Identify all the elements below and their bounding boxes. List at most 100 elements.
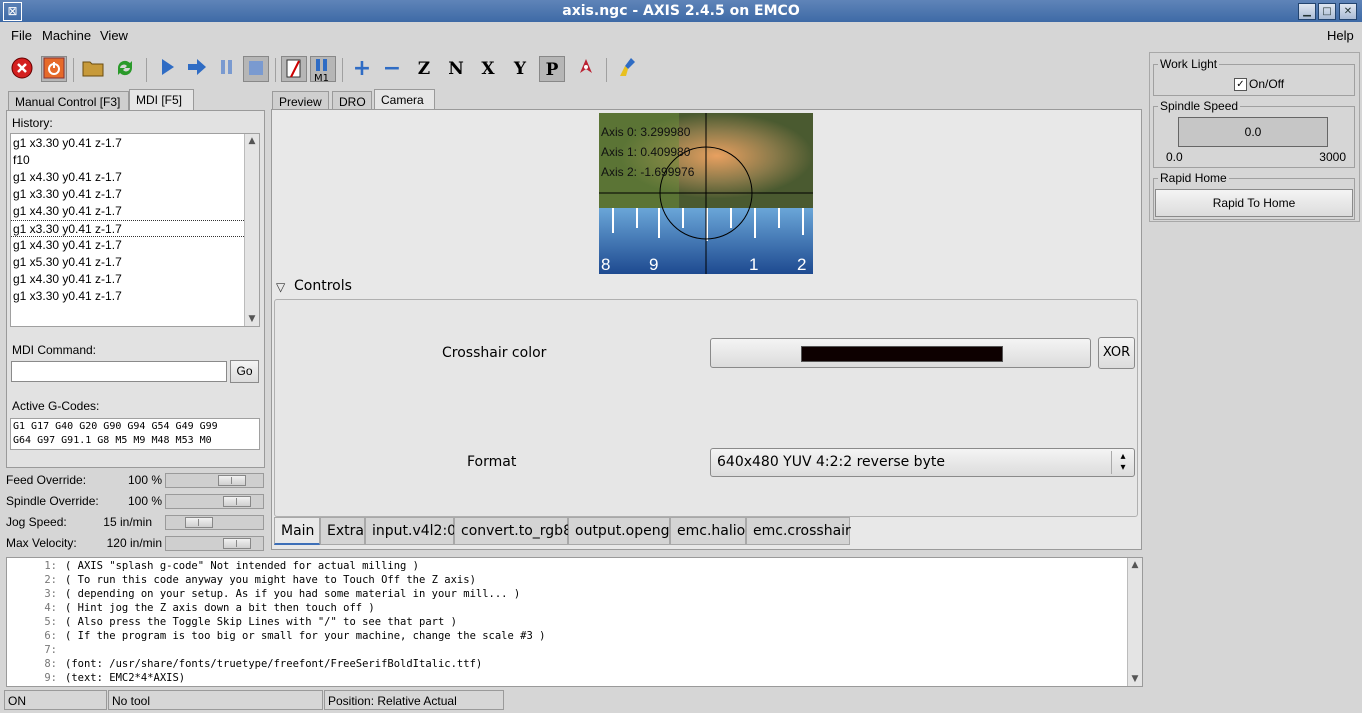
chevron-updown-icon: ▴ ▾: [1111, 451, 1134, 474]
gcode-text-view[interactable]: 1: ( AXIS "splash g-code" Not intended fo…: [6, 557, 1143, 687]
ruler-digit: 8: [601, 255, 611, 274]
spindle-speed-value: 0.0: [1244, 125, 1262, 139]
history-label: History:: [12, 116, 53, 130]
menu-help[interactable]: Help: [1327, 28, 1354, 43]
scroll-down-icon[interactable]: ▼: [1128, 672, 1142, 686]
scroll-up-icon[interactable]: ▲: [245, 134, 259, 148]
rapid-home-group: Rapid Home Rapid To Home: [1153, 171, 1355, 220]
go-button[interactable]: Go: [230, 360, 259, 383]
history-scrollbar[interactable]: ▲ ▼: [244, 134, 259, 326]
view-y-icon[interactable]: Y: [507, 56, 533, 82]
optional-stop-icon[interactable]: M1: [310, 56, 336, 84]
scroll-up-icon[interactable]: ▲: [1128, 558, 1142, 572]
line-text: ( To run this code anyway you might have…: [65, 574, 476, 586]
code-line: 8: (font: /usr/share/fonts/truetype/freef…: [7, 657, 482, 671]
work-light-checkbox[interactable]: ✓: [1234, 78, 1247, 91]
history-list[interactable]: g1 x3.30 y0.41 z-1.7 f10 g1 x4.30 y0.41 …: [10, 133, 260, 327]
slider-thumb[interactable]: [223, 538, 251, 549]
run-icon[interactable]: [154, 56, 180, 82]
slider-thumb[interactable]: [223, 496, 251, 507]
tab-convert-rgb8[interactable]: convert.to_rgb8: [454, 517, 572, 545]
tab-dro[interactable]: DRO: [332, 91, 372, 111]
code-line: 7:: [7, 643, 65, 657]
tab-input-v4l2[interactable]: input.v4l2:0: [365, 517, 456, 545]
line-number: 4:: [44, 602, 57, 614]
block-delete-icon[interactable]: [281, 56, 307, 82]
pause-icon[interactable]: [214, 56, 240, 82]
crosshair-color-button[interactable]: [710, 338, 1091, 368]
menu-machine[interactable]: Machine: [42, 28, 91, 43]
clear-plot-icon[interactable]: [616, 56, 642, 82]
expander-arrow-icon[interactable]: ▽: [276, 280, 285, 294]
code-line: 9: (text: EMC2*4*AXIS): [7, 671, 185, 685]
scroll-down-icon[interactable]: ▼: [245, 312, 259, 326]
format-select-value: 640x480 YUV 4:2:2 reverse byte: [717, 454, 945, 470]
line-text: ( depending on your setup. As if you had…: [65, 588, 521, 600]
gcodes-line-2: G64 G97 G91.1 G8 M5 M9 M48 M53 M0: [13, 435, 212, 446]
controls-expander-label[interactable]: Controls: [294, 278, 352, 294]
line-number: 8:: [44, 658, 57, 670]
list-item[interactable]: g1 x3.30 y0.41 z-1.7: [13, 288, 122, 305]
menu-view[interactable]: View: [100, 28, 128, 43]
list-item[interactable]: g1 x3.30 y0.41 z-1.7: [13, 186, 122, 203]
view-z-icon[interactable]: Z: [411, 56, 437, 82]
estop-icon[interactable]: [9, 56, 35, 82]
spindle-override-slider[interactable]: [165, 494, 264, 509]
list-item[interactable]: g1 x4.30 y0.41 z-1.7: [13, 203, 122, 220]
tab-emc-halio[interactable]: emc.halio: [670, 517, 746, 545]
max-velocity-value: 120 in/min: [106, 536, 162, 550]
maximize-icon[interactable]: □: [1318, 3, 1336, 20]
tab-manual-control[interactable]: Manual Control [F3]: [8, 91, 129, 111]
stop-icon[interactable]: [243, 56, 269, 82]
list-item-selected[interactable]: g1 x3.30 y0.41 z-1.7: [11, 220, 244, 237]
list-item[interactable]: g1 x4.30 y0.41 z-1.7: [13, 271, 122, 288]
rotate-icon[interactable]: [573, 56, 599, 82]
tab-camera[interactable]: Camera: [374, 89, 435, 111]
window-title: axis.ngc - AXIS 2.4.5 on EMCO: [562, 3, 800, 19]
xor-button[interactable]: XOR: [1098, 337, 1135, 369]
zoom-out-icon[interactable]: −: [379, 56, 405, 82]
view-p-icon[interactable]: P: [539, 56, 565, 82]
tab-emc-crosshair[interactable]: emc.crosshair: [746, 517, 851, 545]
list-item[interactable]: g1 x5.30 y0.41 z-1.7: [13, 254, 122, 271]
work-light-check-label[interactable]: On/Off: [1249, 77, 1284, 91]
camera-view[interactable]: Axis 0: 3.299980 Axis 1: 0.409980 Axis 2…: [599, 113, 813, 274]
step-icon[interactable]: [184, 56, 210, 82]
line-text: (text: EMC2*4*AXIS): [65, 672, 186, 684]
close-icon[interactable]: ✕: [1339, 3, 1357, 20]
open-icon[interactable]: [80, 56, 106, 82]
rapid-to-home-button[interactable]: Rapid To Home: [1155, 189, 1353, 217]
reload-icon[interactable]: [112, 56, 138, 82]
tab-main[interactable]: Main: [274, 517, 320, 545]
code-scrollbar[interactable]: ▲ ▼: [1127, 558, 1142, 686]
list-item[interactable]: g1 x4.30 y0.41 z-1.7: [13, 169, 122, 186]
list-item[interactable]: f10: [13, 152, 30, 169]
gcodes-line-1: G1 G17 G40 G20 G90 G94 G54 G49 G99: [13, 421, 218, 432]
mdi-command-input[interactable]: [11, 361, 227, 382]
format-select[interactable]: 640x480 YUV 4:2:2 reverse byte ▴ ▾: [710, 448, 1135, 477]
minimize-icon[interactable]: ▁: [1298, 3, 1316, 20]
tab-preview[interactable]: Preview: [272, 91, 329, 111]
tab-output-opengl[interactable]: output.opengl: [568, 517, 673, 545]
max-velocity-slider[interactable]: [165, 536, 264, 551]
rapid-home-title: Rapid Home: [1158, 171, 1229, 185]
menu-file[interactable]: File: [11, 28, 32, 43]
jog-speed-slider[interactable]: [165, 515, 264, 530]
slider-thumb[interactable]: [218, 475, 246, 486]
zoom-in-icon[interactable]: +: [349, 56, 375, 82]
view-x-icon[interactable]: X: [475, 56, 501, 82]
view-z2-icon[interactable]: N: [443, 56, 469, 82]
ruler-digit: 9: [649, 255, 659, 274]
feed-override-slider[interactable]: [165, 473, 264, 488]
line-number: 6:: [44, 630, 57, 642]
slider-thumb[interactable]: [185, 517, 213, 528]
list-item[interactable]: g1 x3.30 y0.41 z-1.7: [13, 135, 122, 152]
max-velocity-label: Max Velocity:: [6, 536, 77, 550]
list-item[interactable]: g1 x4.30 y0.41 z-1.7: [13, 237, 122, 254]
spindle-override-label: Spindle Override:: [6, 494, 99, 508]
spindle-speed-title: Spindle Speed: [1158, 99, 1241, 113]
camera-axis-0: Axis 0: 3.299980: [601, 125, 691, 139]
tab-extra[interactable]: Extra: [320, 517, 365, 545]
tab-mdi[interactable]: MDI [F5]: [129, 89, 194, 111]
power-icon[interactable]: [41, 56, 67, 82]
